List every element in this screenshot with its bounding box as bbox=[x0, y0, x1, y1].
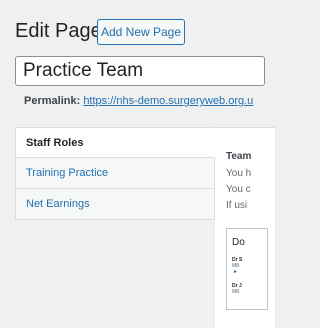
preview-triangle-icon: ► bbox=[233, 269, 238, 275]
permalink-url-link[interactable]: https://nhs-demo.surgeryweb.org.u bbox=[83, 95, 253, 107]
preview-title: Do bbox=[232, 237, 245, 248]
tab-staff-roles[interactable]: Staff Roles bbox=[15, 127, 215, 158]
preview-item-quals: MB bbox=[232, 289, 240, 295]
add-new-page-button[interactable]: Add New Page bbox=[97, 19, 185, 45]
permalink: Permalink: https://nhs-demo.surgeryweb.o… bbox=[24, 95, 253, 107]
content-heading: Team bbox=[226, 151, 252, 162]
tab-net-earnings[interactable]: Net Earnings bbox=[15, 189, 215, 220]
settings-tabs: Staff Roles Training Practice Net Earnin… bbox=[15, 127, 215, 221]
permalink-label: Permalink: bbox=[24, 95, 81, 107]
content-line: You h bbox=[226, 168, 252, 179]
tab-training-practice[interactable]: Training Practice bbox=[15, 158, 215, 189]
page-title: Edit Page bbox=[15, 20, 102, 42]
content-line: You c bbox=[226, 184, 251, 195]
preview-thumbnail: Do Dr S MB ► Dr J MB bbox=[226, 228, 268, 310]
page-title-input[interactable] bbox=[15, 56, 265, 86]
content-line: If usi bbox=[226, 200, 248, 211]
